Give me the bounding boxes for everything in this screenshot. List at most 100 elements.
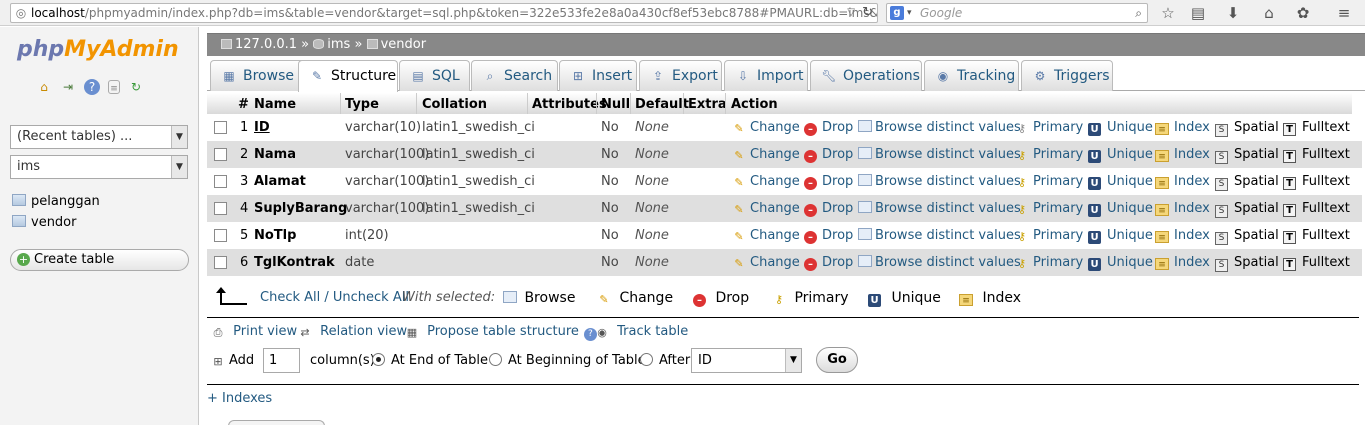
spatial-link[interactable]: S Spatial <box>1215 222 1279 249</box>
home-icon[interactable]: ⌂ <box>1259 3 1279 23</box>
tab-tracking[interactable]: ◉ Tracking <box>924 60 1019 91</box>
row-checkbox[interactable] <box>214 229 227 242</box>
addon-icon[interactable]: ✿ <box>1293 3 1313 23</box>
row-checkbox[interactable] <box>214 175 227 188</box>
at-beginning-radio[interactable]: At Beginning of Table <box>489 347 646 374</box>
tab-browse[interactable]: ▦ Browse <box>210 60 305 91</box>
primary-link[interactable]: ⚷ Primary <box>1014 195 1083 222</box>
browse-distinct-link[interactable]: Browse distinct values <box>858 114 1021 141</box>
breadcrumb-server[interactable]: 127.0.0.1 <box>235 37 297 52</box>
at-end-radio[interactable]: At End of Table <box>372 347 488 374</box>
column-count-input[interactable]: 1 <box>263 348 300 373</box>
breadcrumb-table[interactable]: vendor <box>381 37 426 52</box>
change-link[interactable]: ✎ Change <box>731 195 799 222</box>
search-icon[interactable]: ⌕ <box>1135 4 1142 22</box>
database-select[interactable]: ims ▼ <box>10 155 188 179</box>
tab-import[interactable]: ⇩ Import <box>724 60 808 91</box>
downloads-icon[interactable]: ⬇ <box>1223 3 1243 23</box>
after-field-select[interactable]: ID ▼ <box>691 348 802 373</box>
index-link[interactable]: ≡ Index <box>1155 222 1210 249</box>
spatial-link[interactable]: S Spatial <box>1215 141 1279 168</box>
change-link[interactable]: ✎ Change <box>731 168 799 195</box>
fulltext-link[interactable]: T Fulltext <box>1283 249 1350 276</box>
reload-icon[interactable]: ↻ <box>862 4 873 22</box>
menu-icon[interactable]: ≡ <box>1334 3 1354 23</box>
change-link[interactable]: ✎ Change <box>731 222 799 249</box>
unique-link[interactable]: U Unique <box>1088 141 1153 168</box>
fulltext-link[interactable]: T Fulltext <box>1283 141 1350 168</box>
row-checkbox[interactable] <box>214 148 227 161</box>
fulltext-link[interactable]: T Fulltext <box>1283 222 1350 249</box>
drop-link[interactable]: – Drop <box>804 249 853 276</box>
search-engine-dropdown-icon[interactable]: ▾ <box>907 4 912 22</box>
bookmark-star-icon[interactable]: ☆ <box>1158 3 1178 23</box>
breadcrumb-database[interactable]: ims <box>327 37 350 52</box>
propose-structure-link[interactable]: ▦ Propose table structure? <box>404 320 597 344</box>
tab-insert[interactable]: ⊞ Insert <box>559 60 637 91</box>
index-link[interactable]: ≡ Index <box>1155 168 1210 195</box>
reload-navigation-icon[interactable]: ↻ <box>128 79 144 95</box>
unique-link[interactable]: U Unique <box>1088 195 1153 222</box>
unique-link[interactable]: U Unique <box>1088 168 1153 195</box>
tab-export[interactable]: ⇪ Export <box>639 60 722 91</box>
drop-link[interactable]: – Drop <box>804 195 853 222</box>
fulltext-link[interactable]: T Fulltext <box>1283 168 1350 195</box>
unique-link[interactable]: U Unique <box>1088 249 1153 276</box>
change-link[interactable]: ✎ Change <box>731 249 799 276</box>
spatial-link[interactable]: S Spatial <box>1215 249 1279 276</box>
spatial-link[interactable]: S Spatial <box>1215 195 1279 222</box>
change-link[interactable]: ✎ Change <box>731 141 799 168</box>
index-link[interactable]: ≡ Index <box>1155 141 1210 168</box>
tab-operations[interactable]: 🔧︎ Operations <box>810 60 922 91</box>
help-icon[interactable]: ? <box>84 79 100 95</box>
row-checkbox[interactable] <box>214 256 227 269</box>
indexes-toggle[interactable]: + Indexes <box>207 391 272 406</box>
tab-structure[interactable]: ✎ Structure <box>298 60 398 92</box>
change-link[interactable]: ✎ Change <box>731 114 799 141</box>
check-all-link[interactable]: Check All / Uncheck All <box>260 285 409 311</box>
home-icon[interactable]: ⌂ <box>36 79 52 95</box>
row-checkbox[interactable] <box>214 202 227 215</box>
bulk-index-button[interactable]: ≡ Index <box>959 285 1021 311</box>
drop-link[interactable]: – Drop <box>804 222 853 249</box>
google-icon[interactable]: g <box>890 6 904 20</box>
primary-link[interactable]: ⚷ Primary <box>1014 222 1083 249</box>
unique-link[interactable]: U Unique <box>1088 114 1153 141</box>
print-view-link[interactable]: ⎙ Print view <box>210 320 298 344</box>
fulltext-link[interactable]: T Fulltext <box>1283 114 1350 141</box>
tab-sql[interactable]: ▤ SQL <box>399 60 470 91</box>
index-link[interactable]: ≡ Index <box>1155 195 1210 222</box>
browse-distinct-link[interactable]: Browse distinct values <box>858 195 1021 222</box>
bulk-primary-button[interactable]: ⚷ Primary <box>771 285 849 311</box>
bulk-change-button[interactable]: ✎ Change <box>596 285 673 311</box>
go-button[interactable]: Go <box>816 347 858 373</box>
create-table-button[interactable]: + Create table <box>10 249 189 271</box>
primary-link[interactable]: ⚷ Primary <box>1014 141 1083 168</box>
primary-link[interactable]: ⚷ Primary <box>1014 168 1083 195</box>
spatial-link[interactable]: S Spatial <box>1215 114 1279 141</box>
url-dropdown-icon[interactable]: ▽ <box>847 4 855 22</box>
bulk-browse-button[interactable]: Browse <box>503 285 575 311</box>
track-table-link[interactable]: ◉ Track table <box>594 320 688 344</box>
row-checkbox[interactable] <box>214 121 227 134</box>
browse-distinct-link[interactable]: Browse distinct values <box>858 141 1021 168</box>
search-bar[interactable]: g ▾ Google ⌕ <box>886 3 1148 23</box>
drop-link[interactable]: – Drop <box>804 168 853 195</box>
drop-link[interactable]: – Drop <box>804 114 853 141</box>
docs-icon[interactable]: ≡ <box>108 80 120 94</box>
tab-search[interactable]: ⌕ Search <box>471 60 558 91</box>
table-item-vendor[interactable]: vendor <box>12 212 100 233</box>
logout-icon[interactable]: ⇥ <box>60 79 76 95</box>
browse-distinct-link[interactable]: Browse distinct values <box>858 168 1021 195</box>
drop-link[interactable]: – Drop <box>804 141 853 168</box>
address-bar[interactable]: ◎ localhost/phpmyadmin/index.php?db=ims&t… <box>10 3 878 23</box>
after-radio[interactable]: After <box>640 347 690 374</box>
unique-link[interactable]: U Unique <box>1088 222 1153 249</box>
bulk-unique-button[interactable]: U Unique <box>868 285 941 311</box>
phpmyadmin-logo[interactable]: phpMyAdmin <box>17 37 179 62</box>
spatial-link[interactable]: S Spatial <box>1215 168 1279 195</box>
relation-view-link[interactable]: ⇄ Relation view <box>297 320 407 344</box>
tab-triggers[interactable]: ⚙ Triggers <box>1021 60 1113 91</box>
bookmarks-menu-icon[interactable]: ▤ <box>1188 3 1208 23</box>
browse-distinct-link[interactable]: Browse distinct values <box>858 249 1021 276</box>
